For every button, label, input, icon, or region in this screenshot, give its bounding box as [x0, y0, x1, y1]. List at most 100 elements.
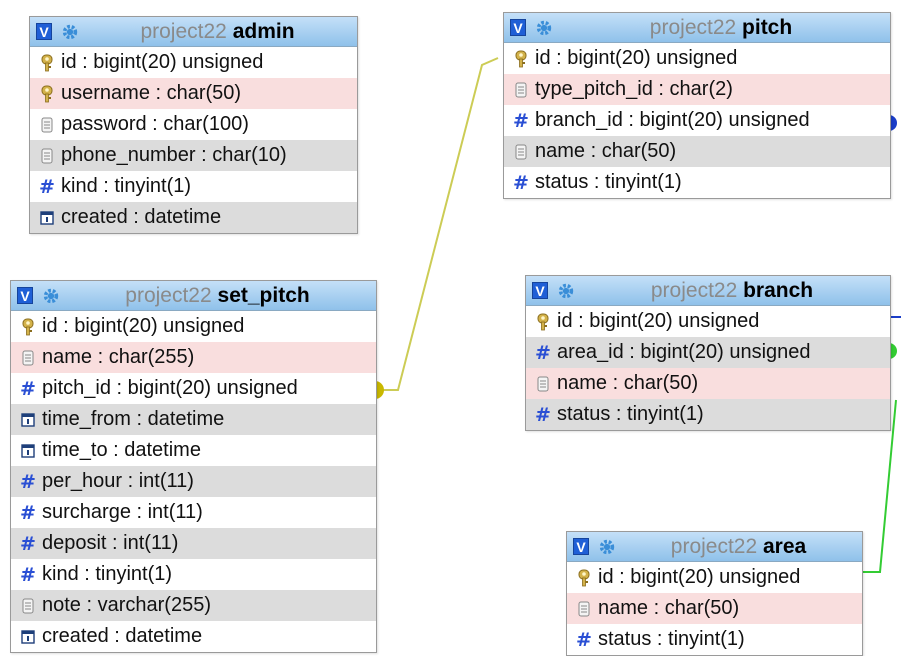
database-name: project22	[140, 19, 227, 43]
field-row[interactable]: # kind : tinyint(1)	[11, 559, 376, 590]
field-label: time_to : datetime	[42, 439, 201, 461]
field-row[interactable]: # kind : tinyint(1)	[30, 171, 357, 202]
relation-set-pitch-to-pitch[interactable]	[380, 57, 499, 391]
text-field-icon	[40, 147, 54, 165]
field-row[interactable]: # branch_id : bigint(20) unsigned	[504, 105, 890, 136]
field-label: status : tinyint(1)	[557, 403, 704, 425]
numeric-field-icon: #	[20, 470, 36, 493]
field-row[interactable]: time_from : datetime	[11, 404, 376, 435]
numeric-field-icon: #	[535, 403, 551, 426]
field-row[interactable]: password : char(100)	[30, 109, 357, 140]
table-header[interactable]: V project22 admin	[30, 17, 357, 47]
field-label: status : tinyint(1)	[535, 171, 682, 193]
field-row[interactable]: # per_hour : int(11)	[11, 466, 376, 497]
field-row[interactable]: # pitch_id : bigint(20) unsigned	[11, 373, 376, 404]
table-title: project22 admin	[86, 17, 349, 47]
toggle-columns-icon[interactable]: V	[17, 287, 33, 304]
field-row[interactable]: type_pitch_id : char(2)	[504, 74, 890, 105]
table-name: branch	[743, 278, 814, 302]
field-row[interactable]: id : bigint(20) unsigned	[11, 311, 376, 342]
table-header[interactable]: V project22 branch	[526, 276, 890, 306]
field-row[interactable]: id : bigint(20) unsigned	[30, 47, 357, 78]
field-row[interactable]: name : char(50)	[504, 136, 890, 167]
table-title: project22 set_pitch	[67, 281, 368, 311]
field-label: pitch_id : bigint(20) unsigned	[42, 377, 298, 399]
field-row[interactable]: # status : tinyint(1)	[567, 624, 862, 655]
numeric-field-icon: #	[20, 377, 36, 400]
primary-key-icon	[577, 569, 591, 587]
table-name: admin	[232, 19, 295, 43]
numeric-field-icon: #	[576, 628, 592, 651]
table-area[interactable]: V project22 area id : bigint(20) unsigne…	[566, 531, 863, 656]
text-field-icon	[536, 375, 550, 393]
toggle-columns-icon[interactable]: V	[510, 19, 526, 36]
primary-key-icon	[536, 313, 550, 331]
table-branch[interactable]: V project22 branch id : bigint(20) unsig…	[525, 275, 891, 431]
field-label: id : bigint(20) unsigned	[557, 310, 760, 332]
field-label: created : datetime	[61, 206, 222, 228]
field-row[interactable]: id : bigint(20) unsigned	[504, 43, 890, 74]
field-label: id : bigint(20) unsigned	[61, 51, 264, 73]
field-label: type_pitch_id : char(2)	[535, 78, 733, 100]
field-row[interactable]: id : bigint(20) unsigned	[567, 562, 862, 593]
field-row[interactable]: # status : tinyint(1)	[526, 399, 890, 430]
numeric-field-icon: #	[513, 109, 529, 132]
database-name: project22	[125, 283, 212, 307]
text-field-icon	[514, 81, 528, 99]
field-label: deposit : int(11)	[42, 532, 179, 554]
field-row[interactable]: # surcharge : int(11)	[11, 497, 376, 528]
table-header[interactable]: V project22 pitch	[504, 13, 890, 43]
field-row[interactable]: note : varchar(255)	[11, 590, 376, 621]
gear-icon[interactable]	[42, 287, 60, 305]
field-label: username : char(50)	[61, 82, 242, 104]
gear-icon[interactable]	[535, 19, 553, 37]
field-row[interactable]: # status : tinyint(1)	[504, 167, 890, 198]
field-label: id : bigint(20) unsigned	[42, 315, 245, 337]
toggle-columns-icon[interactable]: V	[532, 282, 548, 299]
gear-icon[interactable]	[557, 282, 575, 300]
text-field-icon	[40, 116, 54, 134]
field-label: name : char(255)	[42, 346, 195, 368]
field-row[interactable]: name : char(50)	[526, 368, 890, 399]
field-label: name : char(50)	[557, 372, 699, 394]
field-label: surcharge : int(11)	[42, 501, 203, 523]
field-label: id : bigint(20) unsigned	[598, 566, 801, 588]
field-row[interactable]: # area_id : bigint(20) unsigned	[526, 337, 890, 368]
field-label: area_id : bigint(20) unsigned	[557, 341, 811, 363]
field-row[interactable]: created : datetime	[11, 621, 376, 652]
table-title: project22 pitch	[560, 13, 882, 43]
database-name: project22	[670, 534, 758, 558]
primary-key-icon	[21, 318, 35, 336]
field-label: note : varchar(255)	[42, 594, 211, 616]
table-pitch[interactable]: V project22 pitch id : bigint(20) unsign…	[503, 12, 891, 199]
field-row[interactable]: # deposit : int(11)	[11, 528, 376, 559]
text-field-icon	[514, 143, 528, 161]
field-list: id : bigint(20) unsigned username : char(…	[30, 47, 357, 233]
field-row[interactable]: id : bigint(20) unsigned	[526, 306, 890, 337]
field-label: id : bigint(20) unsigned	[535, 47, 738, 69]
field-row[interactable]: name : char(50)	[567, 593, 862, 624]
field-label: status : tinyint(1)	[598, 628, 745, 650]
field-row[interactable]: time_to : datetime	[11, 435, 376, 466]
table-name: set_pitch	[217, 283, 310, 307]
table-admin[interactable]: V project22 admin id : bigint(20) unsign…	[29, 16, 358, 234]
field-list: id : bigint(20) unsigned # area_id : bigin…	[526, 306, 890, 430]
field-row[interactable]: created : datetime	[30, 202, 357, 233]
toggle-columns-icon[interactable]: V	[36, 23, 52, 40]
gear-icon[interactable]	[598, 538, 616, 556]
gear-icon[interactable]	[61, 23, 79, 41]
database-name: project22	[650, 278, 738, 302]
table-header[interactable]: V project22 area	[567, 532, 862, 562]
table-set-pitch[interactable]: V project22 set_pitch id : bigint(20) un…	[10, 280, 377, 653]
text-field-icon	[21, 349, 35, 367]
toggle-columns-icon[interactable]: V	[573, 538, 589, 555]
numeric-field-icon: #	[535, 341, 551, 364]
field-row[interactable]: phone_number : char(10)	[30, 140, 357, 171]
field-row[interactable]: username : char(50)	[30, 78, 357, 109]
field-row[interactable]: name : char(255)	[11, 342, 376, 373]
table-header[interactable]: V project22 set_pitch	[11, 281, 376, 311]
field-list: id : bigint(20) unsigned name : char(255)…	[11, 311, 376, 652]
field-label: kind : tinyint(1)	[61, 175, 192, 197]
table-title: project22 area	[623, 532, 854, 562]
field-label: password : char(100)	[61, 113, 249, 135]
